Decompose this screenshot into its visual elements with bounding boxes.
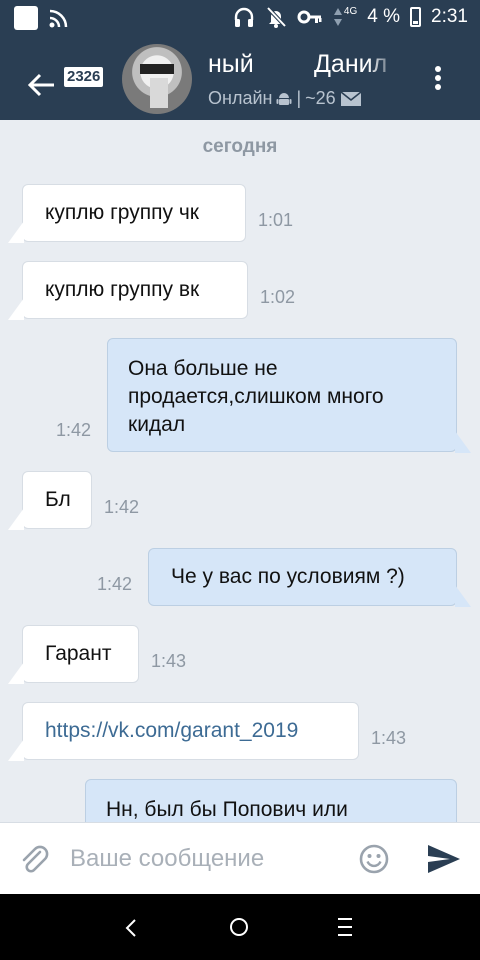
- message-time: 1:42: [104, 497, 140, 517]
- paperclip-icon[interactable]: [18, 843, 50, 875]
- message-text: куплю группу чк: [45, 201, 199, 224]
- system-nav-bar: [0, 894, 480, 960]
- key-icon: [297, 10, 322, 24]
- message-outgoing[interactable]: Нн, был бы Попович или: [85, 779, 457, 822]
- battery-percent: 4 %: [367, 6, 401, 27]
- message-text: Нн, был бы Попович или: [106, 798, 348, 821]
- network-type: 4G: [343, 5, 358, 17]
- message-incoming[interactable]: куплю группу чк 1:01: [8, 184, 293, 243]
- message-text: Она больше не продается,слишком много ки…: [128, 357, 384, 436]
- nav-home-icon[interactable]: [230, 918, 248, 936]
- message-input[interactable]: [70, 841, 340, 877]
- bell-off-icon: [266, 6, 287, 28]
- back-arrow-icon: [27, 73, 54, 97]
- chat-title[interactable]: ный Данил: [208, 50, 398, 79]
- date-separator: сегодня: [202, 136, 278, 157]
- message-incoming[interactable]: куплю группу вк 1:02: [8, 261, 295, 320]
- message-outgoing[interactable]: Она больше не продается,слишком много ки…: [56, 338, 471, 453]
- battery-icon: [410, 7, 422, 27]
- message-incoming[interactable]: https://vk.com/garant_2019 1:43: [8, 702, 406, 761]
- mail-icon: [340, 90, 362, 106]
- message-text: Бл: [45, 488, 71, 511]
- data-arrows-icon: [333, 8, 342, 26]
- message-incoming[interactable]: Гарант 1:43: [8, 625, 186, 684]
- subtitle-separator: |: [296, 88, 302, 108]
- chat-header: 2326 ный Данил Онлайн | ~26: [0, 36, 480, 120]
- wifi-icon: [49, 9, 68, 28]
- chat-title-part2: Данил: [314, 50, 388, 78]
- message-time: 1:01: [258, 210, 294, 230]
- message-time: 1:43: [151, 651, 187, 671]
- message-text: Че у вас по условиям ?): [171, 565, 405, 588]
- headphones-icon: [234, 7, 254, 27]
- message-time: 1:02: [260, 287, 296, 307]
- message-time: 1:43: [371, 728, 407, 748]
- clock: 2:31: [431, 6, 468, 27]
- message-list[interactable]: сегодня куплю группу чк 1:01 куплю групп…: [0, 120, 480, 822]
- message-outgoing[interactable]: Че у вас по условиям ?) 1:42: [97, 548, 471, 607]
- unread-count-badge: 2326: [64, 67, 104, 87]
- mail-count: ~26: [305, 88, 336, 108]
- nav-back-icon[interactable]: [124, 918, 138, 938]
- chat-subtitle: Онлайн | ~26: [208, 88, 362, 109]
- message-text: куплю группу вк: [45, 278, 200, 301]
- status-bar: 4G 4 % 2:31: [0, 0, 480, 36]
- online-status: Онлайн: [208, 88, 273, 108]
- more-vertical-icon[interactable]: [428, 62, 448, 94]
- message-text: Гарант: [45, 642, 112, 665]
- message-link[interactable]: https://vk.com/garant_2019: [45, 717, 298, 745]
- message-time: 1:42: [97, 574, 133, 594]
- send-icon[interactable]: [426, 843, 462, 875]
- composer: [0, 822, 480, 894]
- android-icon: [276, 92, 292, 105]
- message-time: 1:42: [56, 420, 92, 440]
- avatar[interactable]: [122, 44, 192, 114]
- message-incoming[interactable]: Бл 1:42: [8, 471, 139, 530]
- back-button[interactable]: 2326: [24, 58, 104, 98]
- emoji-icon[interactable]: [358, 843, 390, 875]
- nav-recents-icon[interactable]: [338, 918, 352, 936]
- chat-title-part1: ный: [208, 50, 254, 78]
- notification-square-icon: [14, 6, 38, 30]
